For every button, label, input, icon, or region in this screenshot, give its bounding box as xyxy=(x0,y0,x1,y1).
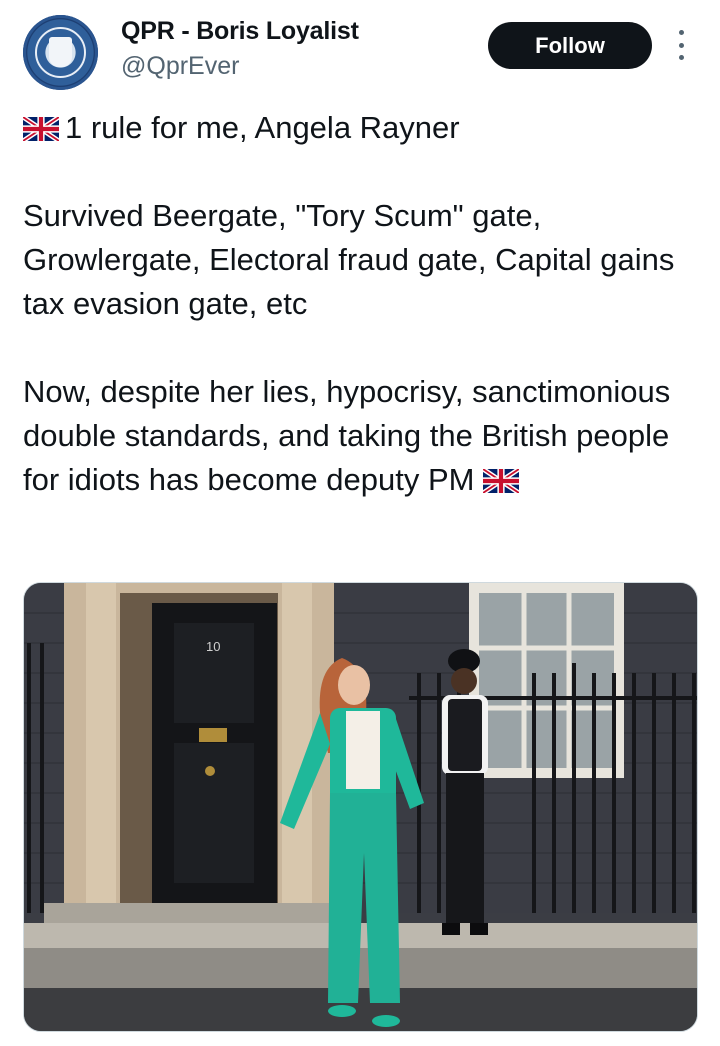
follow-button[interactable]: Follow xyxy=(488,22,652,69)
tweet-line-1-text: 1 rule for me, Angela Rayner xyxy=(65,110,460,145)
tweet-paragraph-3-text: Now, despite her lies, hypocrisy, sancti… xyxy=(23,374,671,497)
author-handle[interactable]: @QprEver xyxy=(121,52,239,81)
tweet-photo[interactable]: 10 xyxy=(23,582,698,1032)
downing-street-photo: 10 xyxy=(24,583,697,1031)
more-vertical-icon[interactable] xyxy=(671,30,691,60)
tweet-header: QPR - Boris Loyalist @QprEver Follow xyxy=(0,0,720,100)
tweet-text: 1 rule for me, Angela Rayner Survived Be… xyxy=(23,106,693,502)
tweet-paragraph-3: Now, despite her lies, hypocrisy, sancti… xyxy=(23,370,693,502)
tweet-line-1: 1 rule for me, Angela Rayner xyxy=(23,106,693,150)
uk-flag-icon xyxy=(23,117,59,141)
author-avatar[interactable] xyxy=(23,15,98,90)
door-number: 10 xyxy=(206,639,220,654)
club-crest-icon xyxy=(49,37,72,67)
author-display-name[interactable]: QPR - Boris Loyalist xyxy=(121,17,359,46)
tweet-paragraph-2: Survived Beergate, "Tory Scum" gate, Gro… xyxy=(23,198,675,321)
uk-flag-icon xyxy=(483,469,520,493)
